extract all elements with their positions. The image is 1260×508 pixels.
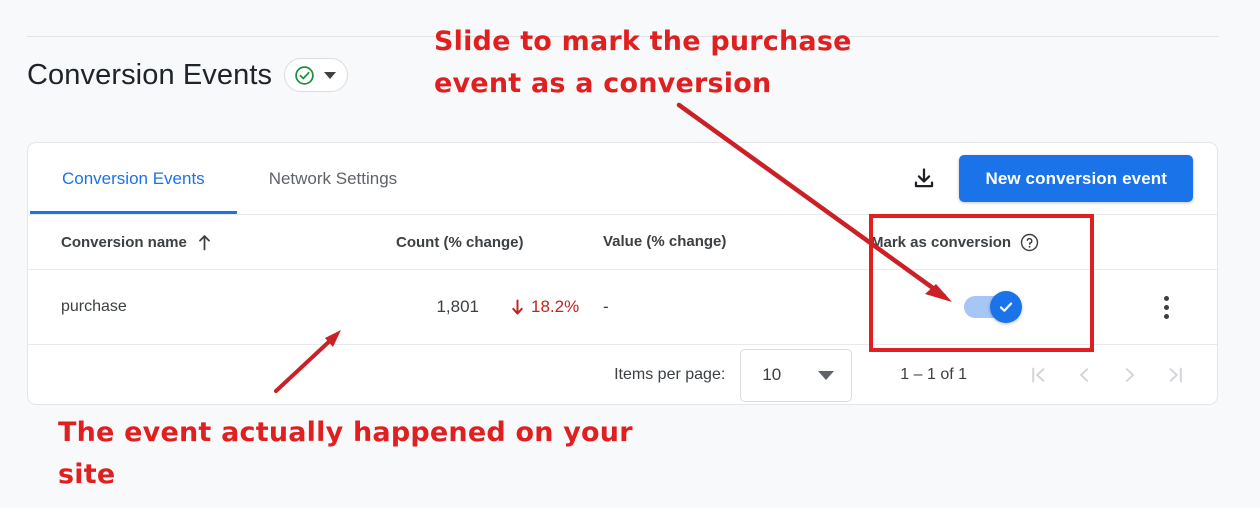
chevron-down-icon bbox=[324, 71, 337, 79]
tab-network-settings[interactable]: Network Settings bbox=[237, 143, 430, 214]
conversion-name-text: purchase bbox=[61, 298, 127, 315]
card-toolbar: Conversion Events Network Settings New c… bbox=[28, 143, 1217, 214]
table-header-row: Conversion name Count (% change) Value (… bbox=[28, 214, 1217, 269]
new-conversion-event-button[interactable]: New conversion event bbox=[959, 155, 1193, 202]
help-circle-icon[interactable] bbox=[1020, 233, 1039, 252]
header-label: Count (% change) bbox=[396, 233, 524, 251]
first-page-icon bbox=[1032, 367, 1045, 383]
page-title: Conversion Events bbox=[27, 58, 273, 91]
annotation-bottom-text: The event actually happened on your site bbox=[58, 417, 633, 490]
header-count[interactable]: Count (% change) bbox=[333, 234, 603, 251]
more-vert-icon[interactable] bbox=[1158, 290, 1175, 325]
header-label: Mark as conversion bbox=[871, 233, 1012, 251]
tab-conversion-events[interactable]: Conversion Events bbox=[30, 143, 237, 214]
check-icon bbox=[999, 302, 1013, 312]
mark-as-conversion-toggle[interactable] bbox=[964, 291, 1022, 323]
next-page-button[interactable] bbox=[1107, 352, 1153, 398]
header-label: Value (% change) bbox=[603, 233, 727, 250]
chevron-down-icon bbox=[818, 370, 835, 380]
change-percent: 18.2% bbox=[531, 297, 580, 316]
pagination-range: 1 – 1 of 1 bbox=[900, 366, 967, 383]
annotation-top-text: Slide to mark the purchase event as a co… bbox=[434, 26, 852, 99]
check-circle-icon bbox=[295, 65, 314, 85]
kebab-dot bbox=[1163, 313, 1169, 319]
kebab-dot bbox=[1163, 304, 1169, 310]
items-per-page-label: Items per page: bbox=[614, 366, 726, 383]
count-change: 18.2% bbox=[511, 297, 579, 317]
items-per-page-select[interactable]: 10 bbox=[740, 348, 853, 402]
last-page-button[interactable] bbox=[1153, 352, 1199, 398]
first-page-button[interactable] bbox=[1015, 352, 1061, 398]
items-per-page-value: 10 bbox=[762, 365, 782, 384]
tab-label: Conversion Events bbox=[62, 168, 205, 188]
cell-value: - bbox=[603, 297, 871, 317]
toggle-knob bbox=[990, 291, 1022, 323]
status-badge[interactable] bbox=[284, 58, 349, 92]
previous-page-button[interactable] bbox=[1061, 352, 1107, 398]
tab-label: Network Settings bbox=[268, 168, 398, 188]
download-icon[interactable] bbox=[911, 166, 937, 192]
arrow-up-icon bbox=[198, 234, 210, 250]
cell-count: 1,801 18.2% bbox=[333, 297, 603, 317]
last-page-icon bbox=[1169, 367, 1182, 383]
cell-conversion-name: purchase bbox=[61, 298, 333, 316]
chevron-left-icon bbox=[1080, 368, 1089, 382]
header-label: Conversion name bbox=[61, 233, 187, 251]
cell-row-menu bbox=[1133, 290, 1199, 325]
cell-mark-as-conversion bbox=[871, 291, 1133, 323]
page-title-row: Conversion Events bbox=[27, 58, 349, 92]
header-conversion-name[interactable]: Conversion name bbox=[61, 234, 333, 251]
header-value[interactable]: Value (% change) bbox=[603, 233, 871, 251]
table-row: purchase 1,801 18.2% - bbox=[28, 269, 1217, 344]
conversion-events-card: Conversion Events Network Settings New c… bbox=[27, 142, 1218, 405]
chevron-right-icon bbox=[1125, 368, 1134, 382]
value-text: - bbox=[603, 297, 609, 316]
kebab-dot bbox=[1163, 295, 1169, 301]
header-mark-as-conversion: Mark as conversion bbox=[871, 233, 1133, 252]
toolbar-actions: New conversion event bbox=[911, 143, 1193, 214]
toggle-wrapper bbox=[871, 291, 1133, 323]
count-value: 1,801 bbox=[436, 297, 479, 316]
paginator: Items per page: 10 1 – 1 of 1 bbox=[28, 344, 1217, 405]
arrow-down-icon bbox=[512, 299, 523, 315]
tab-list: Conversion Events Network Settings bbox=[28, 143, 429, 214]
